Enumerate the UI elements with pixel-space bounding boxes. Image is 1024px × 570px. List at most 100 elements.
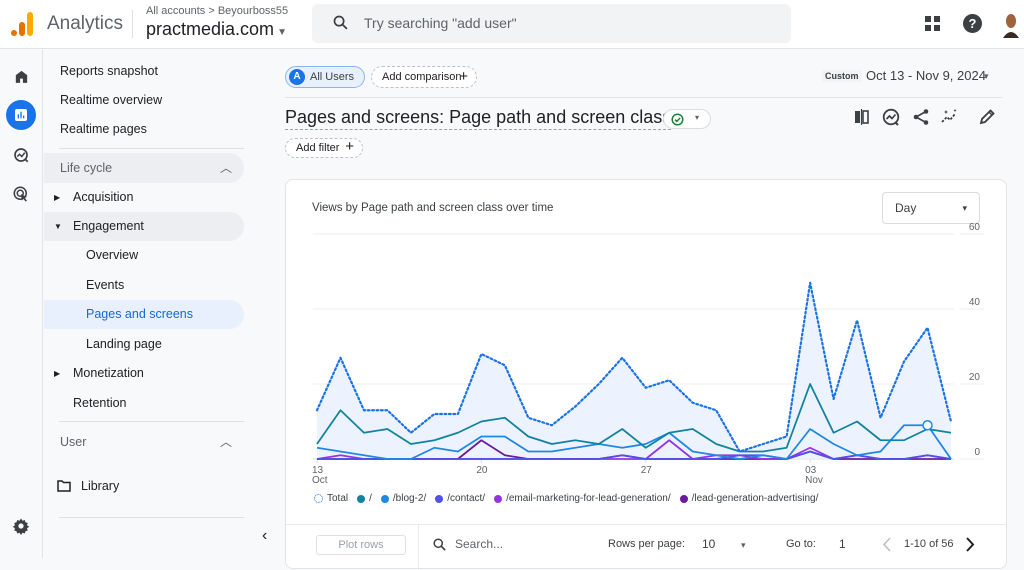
edit-pencil-icon[interactable]: [977, 107, 997, 127]
nav-library[interactable]: Library: [44, 472, 244, 501]
nav-monetization[interactable]: ▶ Monetization: [44, 359, 244, 388]
segment-label: All Users: [310, 71, 355, 83]
plot-rows-button[interactable]: Plot rows: [316, 535, 406, 555]
search-icon: [433, 538, 446, 551]
legend-dot-icon: [435, 494, 444, 503]
caret-right-icon: ▶: [54, 193, 61, 202]
previous-page-icon[interactable]: [882, 537, 892, 552]
main-content: A All Users Add comparison + Custom Oct …: [250, 49, 1024, 570]
nav-label: Acquisition: [73, 190, 134, 204]
reports-button[interactable]: [6, 100, 36, 130]
nav-pages-and-screens[interactable]: Pages and screens: [44, 300, 244, 329]
chart-card: Views by Page path and screen class over…: [285, 179, 1007, 570]
nav-events[interactable]: Events: [44, 271, 244, 300]
pagination-range: 1-10 of 56: [904, 538, 954, 550]
nav-engagement[interactable]: ▼ Engagement: [44, 212, 244, 241]
share-icon[interactable]: [911, 107, 931, 127]
user-label: User: [60, 435, 87, 449]
search-placeholder: Try searching "add user": [364, 15, 517, 31]
add-filter-button[interactable]: Add filter +: [285, 138, 363, 158]
admin-button[interactable]: [6, 511, 36, 541]
highlight-point: [922, 420, 933, 431]
legend-dot-icon: [679, 494, 688, 503]
apps-grid-icon[interactable]: [925, 16, 940, 31]
legend-dot-icon: [494, 494, 503, 503]
nav-landing-page[interactable]: Landing page: [44, 330, 244, 359]
chart-legend: Total / /blog-2/ /contact/ /email-marketing-…: [314, 493, 818, 504]
legend-item[interactable]: /lead-generation-advertising/: [679, 493, 818, 504]
legend-label: /email-marketing-for-lead-generation/: [506, 493, 671, 504]
avatar[interactable]: [1001, 12, 1021, 38]
analytics-logo-icon[interactable]: [11, 12, 33, 36]
user-section-header[interactable]: User ︿: [44, 427, 244, 457]
top-bar: Analytics All accounts > Beyourboss55 pr…: [0, 0, 1024, 49]
date-range-picker[interactable]: Oct 13 - Nov 9, 2024: [866, 68, 986, 83]
plus-icon: +: [459, 68, 468, 85]
caret-down-icon: ▼: [54, 222, 62, 231]
advertising-icon: [13, 186, 27, 202]
home-button[interactable]: [6, 61, 36, 91]
chevron-up-icon: ︿: [219, 435, 232, 449]
x-tick-sublabel: Oct: [312, 475, 328, 486]
line-chart: 020406013Oct20 27 03Nov: [312, 222, 984, 486]
nav-engagement-overview[interactable]: Overview: [44, 241, 244, 270]
folder-icon: [57, 480, 71, 492]
nav-realtime-overview[interactable]: Realtime overview: [44, 86, 244, 115]
segment-chip-all-users[interactable]: A All Users: [285, 66, 365, 88]
table-search-input[interactable]: Search...: [455, 537, 503, 551]
nav-reports-snapshot[interactable]: Reports snapshot: [44, 57, 244, 86]
nav-realtime-pages[interactable]: Realtime pages: [44, 115, 244, 144]
legend-item[interactable]: /: [357, 493, 372, 504]
lifecycle-label: Life cycle: [60, 161, 113, 175]
help-icon[interactable]: ?: [963, 14, 982, 33]
legend-dot-icon: [380, 494, 389, 503]
app-name: Analytics: [47, 13, 124, 34]
search-icon: [333, 15, 348, 30]
divider: [285, 97, 1002, 98]
legend-label: /contact/: [447, 493, 486, 504]
x-tick-label: 20: [476, 465, 488, 476]
account-breadcrumb[interactable]: All accounts > Beyourboss55: [146, 5, 288, 17]
caret-down-icon[interactable]: ▾: [984, 71, 989, 82]
legend-item[interactable]: /email-marketing-for-lead-generation/: [494, 493, 671, 504]
nav-label: Monetization: [73, 366, 144, 380]
caret-down-icon: ▾: [695, 113, 700, 122]
legend-dot-icon: [357, 494, 366, 503]
nav-divider: [59, 421, 244, 422]
y-tick-label: 40: [969, 297, 981, 308]
add-comparison-button[interactable]: Add comparison +: [371, 66, 477, 88]
y-tick-label: 0: [974, 447, 980, 458]
date-mode-badge: Custom: [822, 70, 862, 82]
rows-per-page-select[interactable]: 10: [702, 537, 715, 551]
rows-per-page-label: Rows per page:: [608, 538, 686, 550]
legend-label: Total: [327, 493, 349, 504]
nav-retention[interactable]: Retention: [44, 389, 244, 418]
legend-item[interactable]: /blog-2/: [380, 493, 427, 504]
legend-item[interactable]: Total: [314, 493, 348, 504]
report-status-menu[interactable]: ▾: [663, 109, 711, 129]
advertising-button[interactable]: [6, 179, 36, 209]
page-title[interactable]: Pages and screens: Page path and screen …: [285, 107, 672, 130]
nav-divider: [59, 148, 244, 149]
divider: [132, 10, 133, 38]
left-rail: [0, 49, 43, 558]
reports-icon: [15, 109, 27, 121]
settings-icon: [12, 518, 30, 535]
goto-page-input[interactable]: 1: [839, 537, 846, 551]
next-page-icon[interactable]: [965, 537, 975, 552]
compare-columns-icon[interactable]: [852, 107, 872, 127]
legend-item[interactable]: /contact/: [435, 493, 485, 504]
nav-acquisition[interactable]: ▶ Acquisition: [44, 183, 244, 212]
x-tick-sublabel: Nov: [805, 475, 823, 486]
nav-label: Engagement: [73, 219, 144, 233]
caret-down-icon: ▼: [277, 27, 287, 38]
property-selector[interactable]: practmedia.com ▼: [146, 19, 287, 40]
search-bar[interactable]: Try searching "add user": [312, 4, 791, 43]
insights-icon[interactable]: [881, 107, 901, 127]
divider: [418, 525, 419, 570]
caret-down-icon[interactable]: ▾: [741, 540, 746, 551]
legend-label: /blog-2/: [392, 493, 427, 504]
anomaly-sparkle-icon[interactable]: [940, 107, 960, 127]
explore-button[interactable]: [6, 140, 36, 170]
lifecycle-section-header[interactable]: Life cycle ︿: [44, 153, 244, 183]
